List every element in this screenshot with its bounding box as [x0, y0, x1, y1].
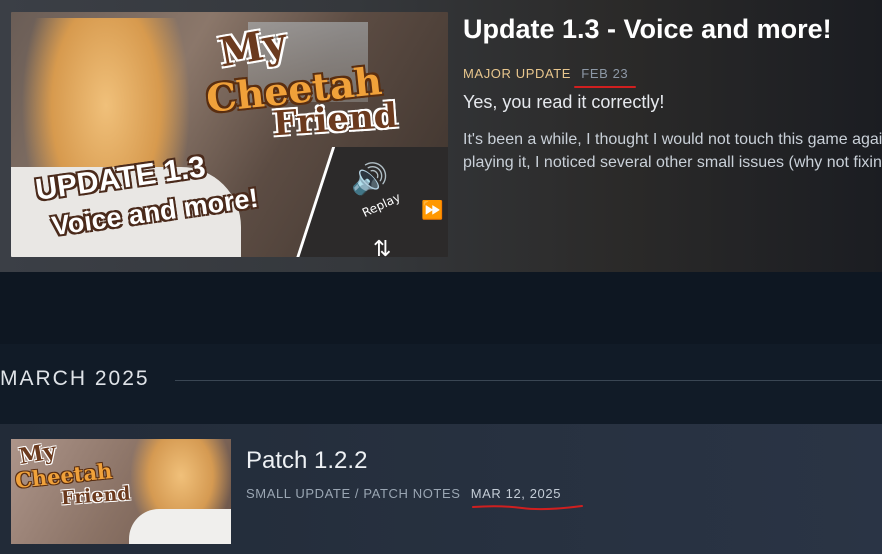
- featured-event-thumbnail[interactable]: My Cheetah Friend UPDATE 1.3 Voice and m…: [11, 12, 448, 257]
- event-card-title[interactable]: Patch 1.2.2: [246, 447, 367, 475]
- red-underline-annotation: [574, 86, 636, 88]
- summary-line: playing it, I noticed several other smal…: [463, 154, 882, 171]
- featured-event-subtitle: Yes, you read it correctly!: [463, 92, 665, 112]
- auto-icon: ⇅: [373, 237, 392, 257]
- event-card-thumbnail[interactable]: My Cheetah Friend: [11, 439, 231, 544]
- event-date: FEB 23: [581, 66, 629, 81]
- logo-text-friend: Friend: [60, 482, 132, 510]
- featured-event-summary: It's been a while, I thought I would not…: [463, 128, 882, 174]
- featured-event-meta: MAJOR UPDATE FEB 23: [463, 66, 628, 81]
- month-divider: [175, 380, 882, 381]
- character-shirt: [129, 509, 231, 544]
- featured-event[interactable]: My Cheetah Friend UPDATE 1.3 Voice and m…: [0, 0, 882, 272]
- section-spacer: [0, 272, 882, 344]
- event-type-label: SMALL UPDATE / PATCH NOTES: [246, 486, 461, 501]
- event-type-label: MAJOR UPDATE: [463, 66, 572, 81]
- logo-text-friend: Friend: [271, 95, 399, 145]
- skip-icon: ⏩: [421, 200, 444, 221]
- summary-line: It's been a while, I thought I would not…: [463, 131, 882, 148]
- red-underline-annotation: [472, 505, 583, 511]
- month-header: MARCH 2025: [0, 367, 150, 390]
- event-date: MAR 12, 2025: [470, 486, 562, 501]
- event-card-meta: SMALL UPDATE / PATCH NOTES MAR 12, 2025: [246, 486, 561, 501]
- featured-event-title[interactable]: Update 1.3 - Voice and more!: [463, 14, 832, 45]
- replay-speaker-icon: 🔊: [351, 162, 389, 197]
